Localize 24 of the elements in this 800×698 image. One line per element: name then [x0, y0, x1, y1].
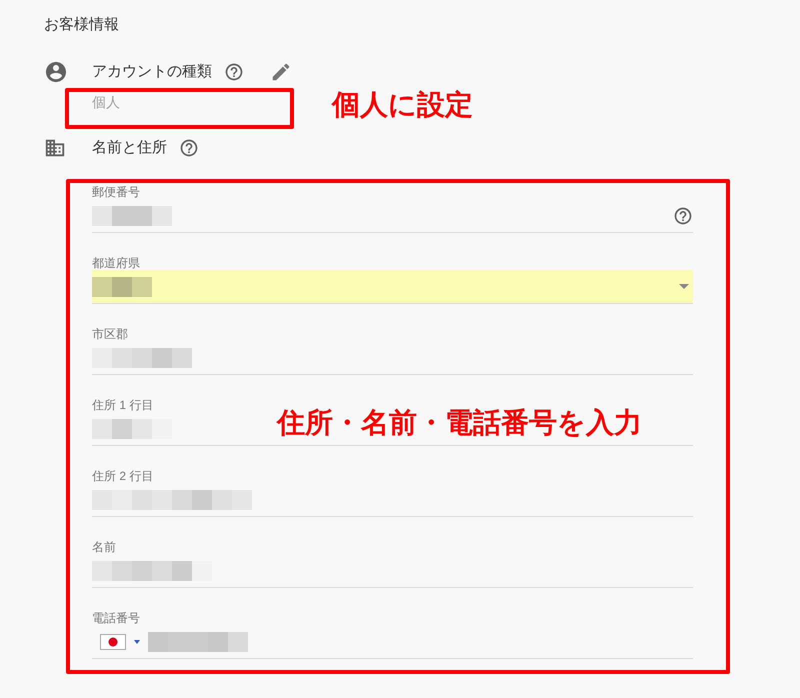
- select-field[interactable]: [92, 270, 693, 304]
- flag-icon[interactable]: [100, 634, 126, 650]
- field-label: 住所 2 行目: [92, 469, 154, 483]
- section-heading: お客様情報: [44, 15, 119, 35]
- account-type-label: アカウントの種類: [92, 62, 212, 82]
- field-label: 市区郡: [92, 327, 128, 341]
- annotation-text: 住所・名前・電話番号を入力: [277, 407, 642, 441]
- building-icon: [44, 137, 66, 159]
- field-label: 住所 1 行目: [92, 398, 154, 412]
- field-label: 名前: [92, 540, 116, 554]
- annotation-text: 個人に設定: [332, 88, 473, 123]
- field-label: 電話番号: [92, 611, 140, 625]
- name-address-label: 名前と住所: [92, 138, 167, 158]
- pixelated-value-drawing: [92, 276, 152, 296]
- field-label: 郵便番号: [92, 185, 140, 199]
- help-icon[interactable]: [224, 62, 244, 82]
- dropdown-arrow-icon[interactable]: [679, 284, 689, 289]
- caret-icon[interactable]: [134, 640, 140, 644]
- account-type-value: 個人: [92, 92, 120, 112]
- field-label: 都道府県: [92, 256, 140, 270]
- account-icon: [44, 60, 68, 84]
- help-icon[interactable]: [673, 206, 693, 226]
- pencil-icon[interactable]: [270, 61, 292, 83]
- help-icon[interactable]: [179, 138, 199, 158]
